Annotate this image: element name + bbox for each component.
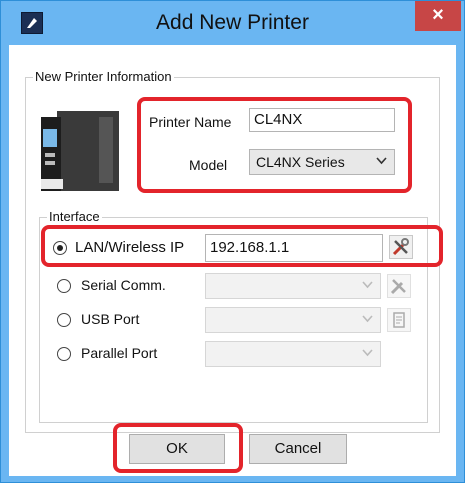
cancel-button[interactable]: Cancel <box>249 434 347 464</box>
close-button[interactable]: × <box>415 1 461 31</box>
chevron-down-icon <box>362 349 373 357</box>
parallel-label: Parallel Port <box>81 345 158 361</box>
interface-group-label: Interface <box>47 209 102 224</box>
serial-settings-button[interactable] <box>387 274 411 298</box>
highlight-name-model <box>137 97 412 193</box>
add-printer-dialog: Add New Printer × New Printer Informatio… <box>0 0 465 483</box>
usb-properties-button[interactable] <box>387 308 411 332</box>
printer-image <box>41 111 119 191</box>
dialog-body: New Printer Information Printer Name CL4… <box>9 45 456 476</box>
chevron-down-icon <box>362 281 373 289</box>
usb-label: USB Port <box>81 311 140 327</box>
serial-radio[interactable] <box>57 279 71 293</box>
window-title: Add New Printer <box>156 11 309 34</box>
serial-label: Serial Comm. <box>81 277 166 293</box>
printer-info-group-label: New Printer Information <box>33 69 174 84</box>
usb-select[interactable] <box>205 307 381 333</box>
highlight-lan-row <box>41 225 443 267</box>
parallel-radio[interactable] <box>57 347 71 361</box>
document-icon <box>393 312 405 328</box>
title-bar[interactable]: Add New Printer × <box>1 1 464 45</box>
close-icon: × <box>432 4 444 26</box>
chevron-down-icon <box>362 315 373 323</box>
highlight-ok-button <box>113 423 243 473</box>
parallel-select[interactable] <box>205 341 381 367</box>
serial-select[interactable] <box>205 273 381 299</box>
tools-icon <box>390 279 406 295</box>
usb-radio[interactable] <box>57 313 71 327</box>
